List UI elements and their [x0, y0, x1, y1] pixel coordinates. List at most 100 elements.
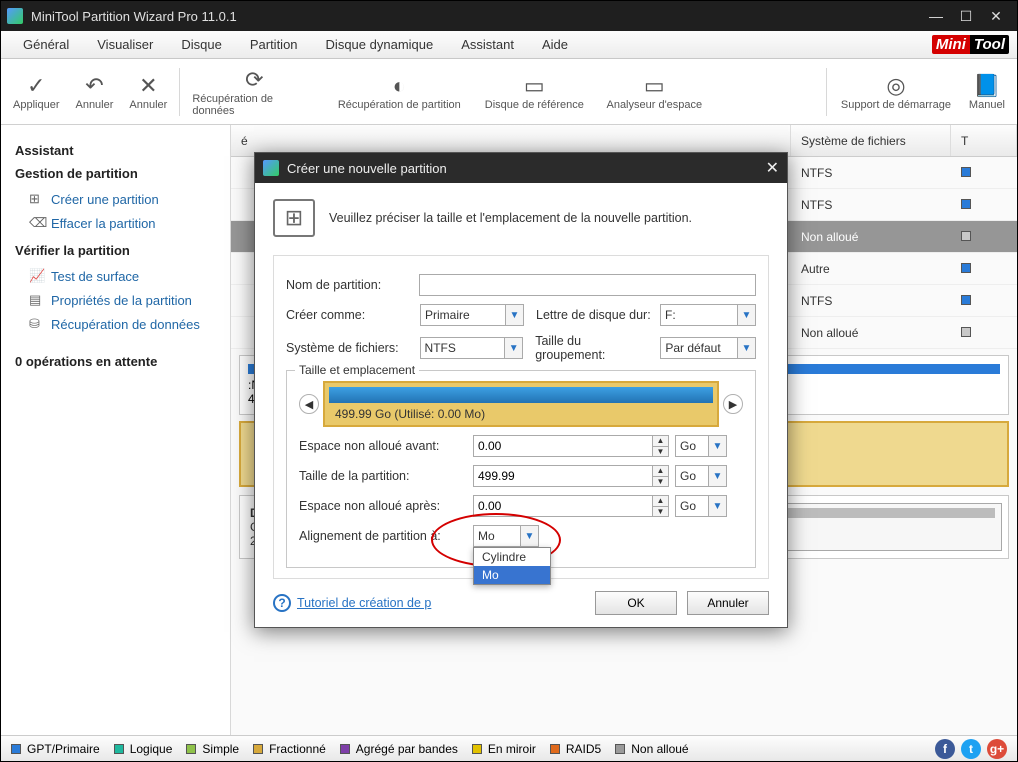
sidebar-verify-header: Vérifier la partition — [15, 243, 216, 258]
chevron-down-icon: ▼ — [520, 526, 538, 546]
label-createas: Créer comme: — [286, 308, 414, 322]
size-bar-text: 499.99 Go (Utilisé: 0.00 Mo) — [335, 407, 485, 421]
sidebar-partition-header: Gestion de partition — [15, 166, 216, 181]
undo-button[interactable]: ↶Annuler — [67, 73, 121, 111]
legend-item: Logique — [114, 742, 173, 756]
th-fs[interactable]: Système de fichiers — [791, 125, 951, 156]
app-icon — [7, 8, 23, 24]
legend-item: Non alloué — [615, 742, 688, 756]
create-partition-dialog: Créer une nouvelle partition ✕ ⊞ Veuille… — [254, 152, 788, 628]
facebook-icon[interactable]: f — [935, 739, 955, 759]
label-before: Espace non alloué avant: — [299, 439, 473, 453]
sidebar-assistant-header: Assistant — [15, 143, 216, 158]
manual-button[interactable]: 📘Manuel — [961, 73, 1013, 111]
boot-media-button[interactable]: ◎Support de démarrage — [831, 73, 961, 111]
space-before-spinner[interactable]: ▲▼ — [653, 435, 669, 457]
x-icon: ✕ — [132, 73, 164, 99]
dialog-icon — [263, 160, 279, 176]
th-type[interactable]: T — [951, 125, 1017, 156]
space-analyzer-button[interactable]: ▭Analyseur d'espace — [594, 73, 714, 111]
space-after-input[interactable] — [473, 495, 653, 517]
menu-general[interactable]: Général — [9, 34, 83, 55]
dialog-title: Créer une nouvelle partition — [287, 161, 447, 176]
space-before-input[interactable] — [473, 435, 653, 457]
menu-view[interactable]: Visualiser — [83, 34, 167, 55]
size-bar[interactable]: 499.99 Go (Utilisé: 0.00 Mo) — [323, 381, 719, 427]
menu-partition[interactable]: Partition — [236, 34, 312, 55]
drive-icon: ▭ — [638, 73, 670, 99]
drive-clock-icon: ◐ — [383, 73, 415, 99]
label-cluster: Taille du groupement: — [535, 334, 654, 362]
chevron-down-icon: ▼ — [737, 338, 755, 358]
cancel-button[interactable]: ✕Annuler — [121, 73, 175, 111]
manual-icon: 📘 — [971, 73, 1003, 99]
eraser-icon: ⌫ — [29, 215, 43, 231]
dialog-titlebar: Créer une nouvelle partition ✕ — [255, 153, 787, 183]
sidebar-pending-header: 0 opérations en attente — [15, 354, 216, 369]
sidebar-item-recover[interactable]: ⛁Récupération de données — [15, 312, 216, 336]
app-title: MiniTool Partition Wizard Pro 11.0.1 — [31, 9, 237, 24]
toolbar: ✓Appliquer ↶Annuler ✕Annuler ⟳Récupérati… — [1, 59, 1017, 125]
size-left-button[interactable]: ◀ — [299, 394, 319, 414]
unit-before-caret[interactable]: ▼ — [709, 435, 727, 457]
size-bar-fill — [329, 387, 713, 403]
size-right-button[interactable]: ▶ — [723, 394, 743, 414]
sidebar-item-create[interactable]: ⊞Créer une partition — [15, 187, 216, 211]
legend-item: RAID5 — [550, 742, 601, 756]
sidebar-item-props[interactable]: ▤Propriétés de la partition — [15, 288, 216, 312]
space-after-spinner[interactable]: ▲▼ — [653, 495, 669, 517]
gplus-icon[interactable]: g+ — [987, 739, 1007, 759]
sidebar: Assistant Gestion de partition ⊞Créer un… — [1, 125, 231, 735]
ok-button[interactable]: OK — [595, 591, 677, 615]
fs-select[interactable]: NTFS▼ — [420, 337, 524, 359]
legend-item: Fractionné — [253, 742, 326, 756]
partition-size-input[interactable] — [473, 465, 653, 487]
minimize-button[interactable]: — — [921, 5, 951, 27]
label-name: Nom de partition: — [286, 278, 413, 292]
drive-letter-select[interactable]: F:▼ — [660, 304, 756, 326]
dialog-close-button[interactable]: ✕ — [766, 158, 779, 178]
ref-disk-button[interactable]: ▭Disque de référence — [474, 73, 594, 111]
label-align: Alignement de partition à: — [299, 529, 473, 543]
social-links: f t g+ — [935, 739, 1007, 759]
disc-icon: ◎ — [880, 73, 912, 99]
align-option-mo[interactable]: Mo — [474, 566, 550, 584]
data-recovery-button[interactable]: ⟳Récupération de données — [184, 67, 324, 117]
unit-size-caret[interactable]: ▼ — [709, 465, 727, 487]
part-recovery-button[interactable]: ◐Récupération de partition — [324, 73, 474, 111]
label-fs: Système de fichiers: — [286, 341, 414, 355]
menu-dynamic[interactable]: Disque dynamique — [312, 34, 448, 55]
maximize-button[interactable]: ☐ — [951, 5, 981, 27]
apply-button[interactable]: ✓Appliquer — [5, 73, 67, 111]
close-button[interactable]: ✕ — [981, 5, 1011, 27]
align-dropdown: Cylindre Mo — [473, 547, 551, 585]
partition-size-spinner[interactable]: ▲▼ — [653, 465, 669, 487]
menu-help[interactable]: Aide — [528, 34, 582, 55]
menu-assistant[interactable]: Assistant — [447, 34, 528, 55]
statusbar: GPT/PrimaireLogiqueSimpleFractionnéAgrég… — [1, 735, 1017, 761]
partition-name-input[interactable] — [419, 274, 756, 296]
unit-after: Go — [675, 495, 709, 517]
cancel-button[interactable]: Annuler — [687, 591, 769, 615]
chevron-down-icon: ▼ — [505, 305, 523, 325]
legend-item: En miroir — [472, 742, 536, 756]
tutorial-link[interactable]: Tutoriel de création de p — [297, 596, 431, 610]
align-select[interactable]: Mo▼ — [473, 525, 539, 547]
fieldset-legend: Taille et emplacement — [295, 363, 419, 377]
align-option-cylinder[interactable]: Cylindre — [474, 548, 550, 566]
menu-disk[interactable]: Disque — [167, 34, 235, 55]
unit-before: Go — [675, 435, 709, 457]
drive-scan-icon: ▭ — [518, 73, 550, 99]
sidebar-item-wipe[interactable]: ⌫Effacer la partition — [15, 211, 216, 235]
sidebar-item-surface[interactable]: 📈Test de surface — [15, 264, 216, 288]
create-as-select[interactable]: Primaire▼ — [420, 304, 524, 326]
plus-box-icon: ⊞ — [29, 191, 43, 207]
unit-after-caret[interactable]: ▼ — [709, 495, 727, 517]
check-icon: ✓ — [20, 73, 52, 99]
size-fieldset: Taille et emplacement ◀ 499.99 Go (Utili… — [286, 370, 756, 568]
label-after: Espace non alloué après: — [299, 499, 473, 513]
chart-icon: 📈 — [29, 268, 43, 284]
twitter-icon[interactable]: t — [961, 739, 981, 759]
cluster-select[interactable]: Par défaut▼ — [660, 337, 756, 359]
drive-icon: ⛁ — [29, 316, 43, 332]
